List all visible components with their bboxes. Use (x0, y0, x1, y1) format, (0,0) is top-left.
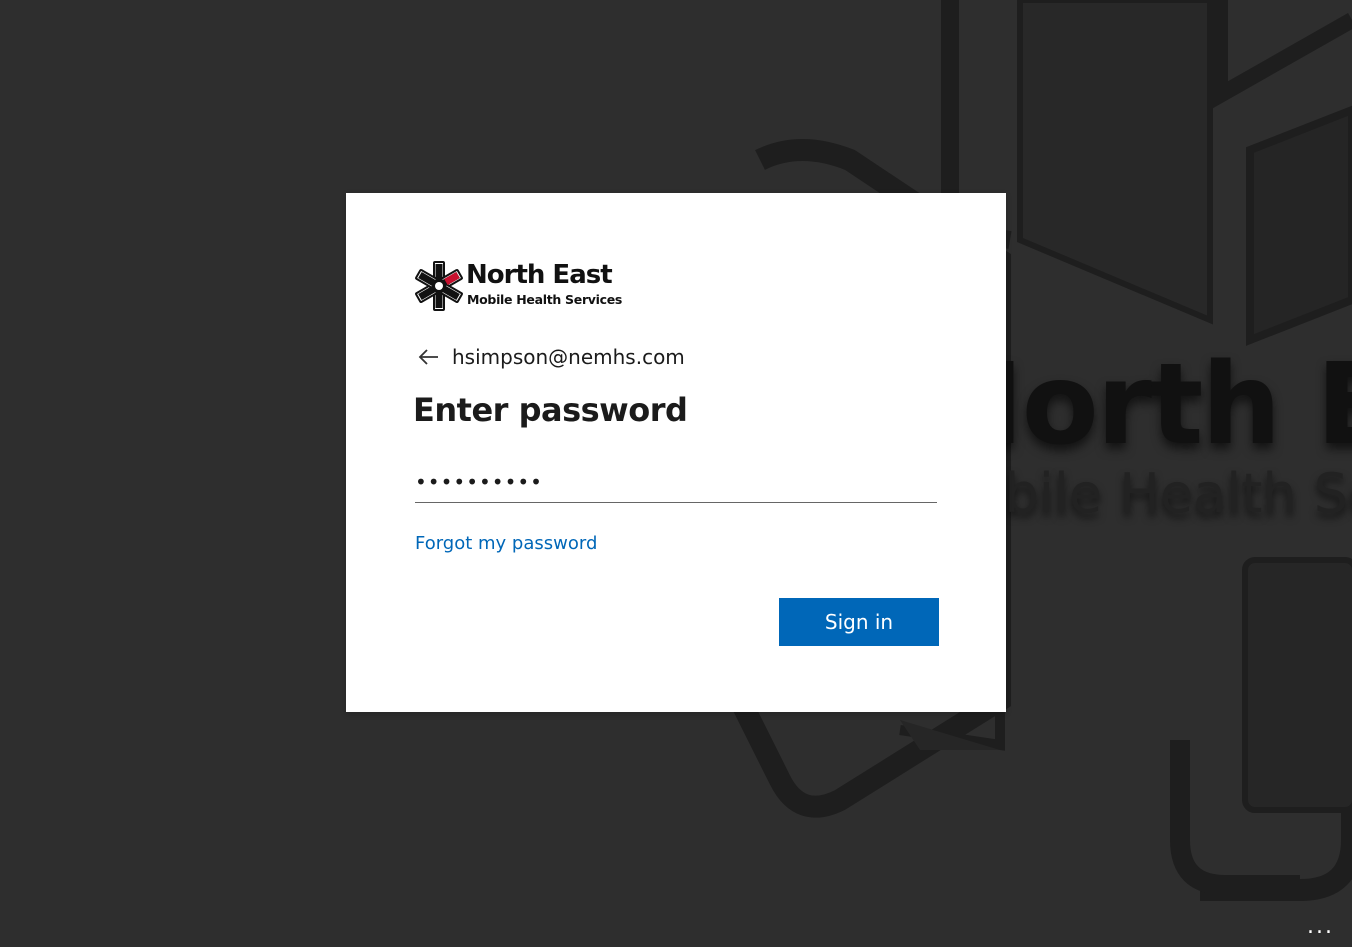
logo-tagline: Mobile Health Services (467, 292, 623, 307)
company-logo: North East Mobile Health Services (413, 260, 623, 312)
page-title: Enter password (413, 391, 688, 429)
password-field[interactable] (415, 461, 937, 503)
logo-brand-name: North East (466, 260, 613, 290)
sign-in-button[interactable]: Sign in (779, 598, 939, 646)
identity-banner[interactable]: hsimpson@nemhs.com (416, 341, 685, 373)
more-options-button[interactable]: ... (1307, 916, 1334, 938)
sign-in-card: North East Mobile Health Services hsimps… (346, 193, 1006, 712)
forgot-password-link[interactable]: Forgot my password (415, 533, 597, 554)
star-of-life-icon (415, 261, 463, 311)
back-arrow-icon[interactable] (416, 344, 442, 370)
identity-email: hsimpson@nemhs.com (452, 345, 685, 369)
